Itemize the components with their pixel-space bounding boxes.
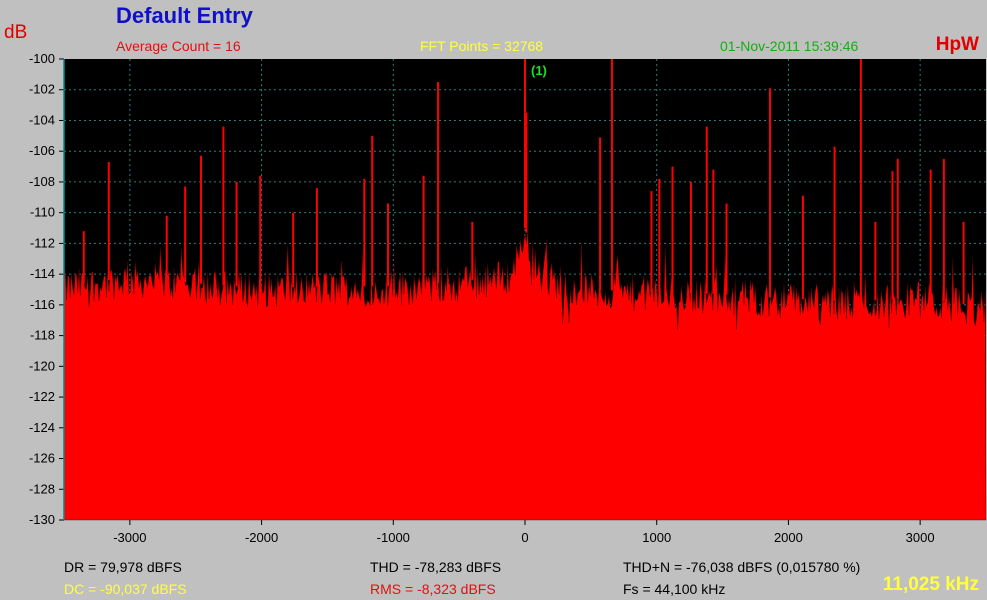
- dc-stat: DC = -90,037 dBFS: [64, 581, 187, 597]
- y-tick-label: -120: [29, 358, 55, 373]
- y-tick-label: -116: [30, 297, 55, 312]
- y-tick-label: -110: [30, 205, 55, 220]
- x-tick-label: 3000: [906, 530, 935, 545]
- rms-stat: RMS = -8,323 dBFS: [370, 581, 496, 597]
- y-tick-label: -124: [29, 420, 55, 435]
- y-tick-label: -106: [29, 143, 55, 158]
- x-tick-label: 1000: [642, 530, 671, 545]
- x-tick-label: -1000: [377, 530, 410, 545]
- y-tick-label: -122: [29, 389, 55, 404]
- y-tick-label: -102: [29, 82, 55, 97]
- sample-rate-stat: Fs = 44,100 kHz: [623, 581, 726, 597]
- x-tick-label: 2000: [774, 530, 803, 545]
- y-tick-label: -130: [29, 512, 55, 527]
- thd-stat: THD = -78,283 dBFS: [370, 559, 502, 575]
- y-tick-label: -128: [29, 481, 55, 496]
- x-tick-label: 0: [521, 530, 528, 545]
- dr-stat: DR = 79,978 dBFS: [64, 559, 182, 575]
- y-tick-label: -126: [29, 451, 55, 466]
- y-tick-label: -104: [29, 112, 55, 127]
- thdn-stat: THD+N = -76,038 dBFS (0,015780 %): [623, 559, 861, 575]
- y-tick-label: -108: [29, 174, 55, 189]
- x-tick-label: -2000: [245, 530, 278, 545]
- peak-marker-label: (1): [531, 63, 547, 78]
- y-tick-label: -112: [30, 235, 55, 250]
- y-tick-label: -100: [29, 51, 55, 66]
- span-label: 11,025 kHz: [882, 574, 979, 595]
- y-tick-label: -118: [30, 328, 55, 343]
- spectrum-chart[interactable]: -100 -102 -104 -106 -108 -110 -112 -114 -116 -118…: [0, 0, 987, 600]
- x-tick-label: -3000: [113, 530, 146, 545]
- y-tick-label: -114: [30, 266, 55, 281]
